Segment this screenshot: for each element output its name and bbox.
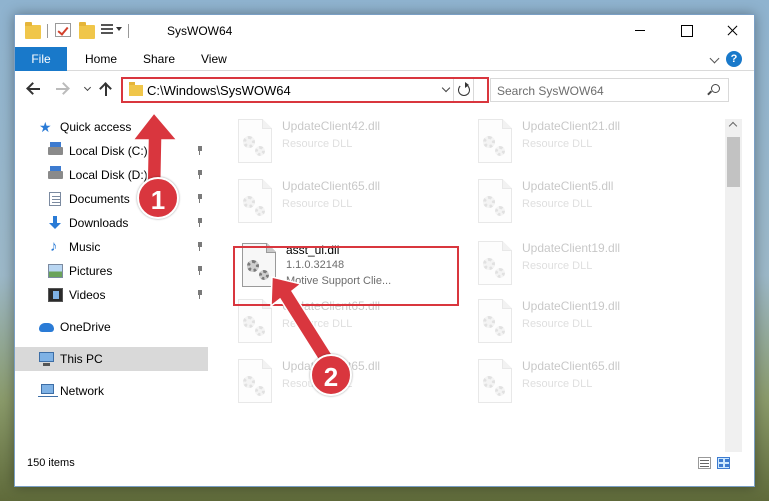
annotation-arrows: [131, 111, 335, 366]
arrow-to-file: [270, 276, 335, 366]
step-1-badge: 1: [137, 177, 179, 219]
step-2-badge: 2: [310, 354, 352, 396]
